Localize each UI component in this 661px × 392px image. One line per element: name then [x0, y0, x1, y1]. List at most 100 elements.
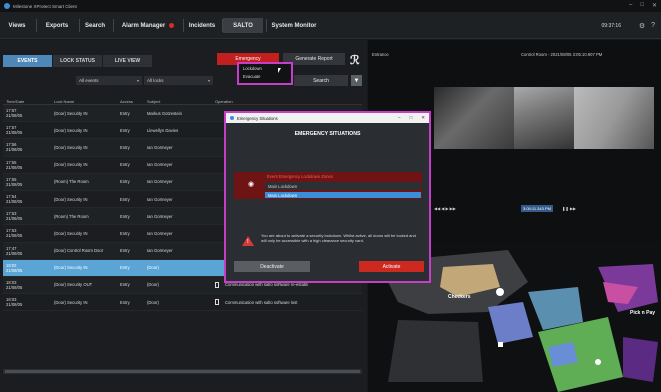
filter-icon[interactable]: ▼	[351, 75, 362, 86]
camera-feed-control-room[interactable]	[574, 87, 654, 149]
cell-subject: Ian Gormeyer	[147, 213, 173, 219]
cell-date-value: 21/08/05	[6, 250, 23, 256]
cell-date-value: 21/08/05	[6, 199, 23, 205]
clock: 09:37:16	[601, 23, 621, 29]
cell-subject: Ian Gormeyer	[147, 230, 173, 236]
table-scrollbar[interactable]	[3, 369, 362, 374]
cell-lock: (Door) Security IN	[54, 196, 88, 202]
salto-logo-icon: ℛ	[350, 53, 360, 67]
cell-time: 17:55 21/08/05	[3, 160, 49, 170]
dialog-app-icon	[230, 116, 234, 120]
cell-lock: (Door) Security IN	[54, 144, 88, 150]
tab-system-monitor[interactable]: System Monitor	[268, 18, 320, 33]
door-icon	[215, 299, 219, 306]
cell-subject: Markus Gotzestein	[147, 110, 182, 116]
cell-time: 18:03 21/08/05	[3, 280, 49, 290]
playback-controls-right[interactable]: ❚❚ ▶▶	[562, 206, 576, 211]
cell-access: Entry	[120, 213, 130, 219]
close-icon[interactable]: ✕	[421, 115, 425, 121]
dialog-titlebar: Emergency Situations – □ ✕	[226, 113, 429, 123]
cell-date-value: 21/08/05	[6, 233, 23, 239]
cell-date-value: 21/08/05	[6, 284, 23, 290]
cell-time: 17:57 21/08/05	[3, 125, 49, 135]
cell-operation-text: Communication with salto software re-est…	[225, 282, 309, 288]
cell-time: 18:03 21/08/05	[3, 297, 49, 307]
close-icon[interactable]: ✕	[652, 2, 657, 9]
cell-lock: (Door) Security IN	[54, 110, 88, 116]
map-label-checkers: Checkers	[448, 294, 471, 300]
minimize-icon[interactable]: –	[629, 2, 632, 9]
maximize-icon[interactable]: □	[640, 2, 644, 9]
chevron-down-icon: ▾	[207, 78, 210, 83]
tab-views[interactable]: Views	[4, 18, 30, 33]
lockdown-zone-option[interactable]: Main Lockdown	[265, 192, 421, 198]
help-icon[interactable]: ?	[651, 22, 655, 30]
locks-filter-select[interactable]: All locks ▾	[144, 76, 213, 85]
settings-icon[interactable]: ⚙	[639, 22, 645, 30]
col-lock[interactable]: Lock Name	[49, 99, 120, 104]
playback-controls-left[interactable]: ◀◀ ◀ ▶ ▶▶	[434, 206, 456, 211]
tab-salto[interactable]: SALTO	[223, 18, 263, 33]
col-operation[interactable]: Operation	[215, 99, 355, 104]
cell-subject: Llewellyn Davies	[147, 127, 179, 133]
window-titlebar: Milestone XProtect Smart Client – □ ✕	[0, 0, 661, 12]
tab-exports[interactable]: Exports	[40, 18, 74, 33]
subtab-events[interactable]: EVENTS	[3, 55, 52, 67]
cell-time: 17:47 21/08/05	[3, 246, 49, 256]
cell-time: 17:53 21/08/05	[3, 211, 49, 221]
map-label-pick-n-pay: Pick n Pay	[630, 310, 656, 316]
cell-date-value: 21/08/05	[6, 267, 23, 273]
cell-access: Entry	[120, 299, 130, 305]
maximize-icon[interactable]: □	[410, 115, 413, 121]
window-title: Milestone XProtect Smart Client	[13, 3, 77, 9]
search-button[interactable]: Search	[294, 75, 348, 86]
cell-date-value: 21/08/05	[6, 130, 23, 136]
cell-access: Entry	[120, 110, 130, 116]
main-navbar: Views Exports Search Alarm Manager Incid…	[0, 12, 661, 44]
emergency-situations-dialog: Emergency Situations – □ ✕ EMERGENCY SIT…	[224, 111, 431, 283]
table-header: Time/Date Lock Name Access Subject Opera…	[3, 98, 362, 105]
col-access[interactable]: Access	[120, 99, 147, 104]
cell-lock: (Door) Security IN	[54, 299, 88, 305]
cell-lock: (Door) Security IN	[54, 265, 88, 271]
lockdown-zone-title: Event Emergency Lockdown Zones	[267, 174, 333, 179]
cell-date-value: 21/08/05	[6, 302, 23, 308]
camera-label-entrance: Entrance	[372, 52, 389, 57]
events-filter-select[interactable]: All events ▾	[76, 76, 142, 85]
col-time[interactable]: Time/Date	[3, 99, 49, 104]
cell-time: 17:57 21/08/05	[3, 108, 49, 118]
minimize-icon[interactable]: –	[398, 115, 401, 121]
cell-date-value: 21/08/05	[6, 113, 23, 119]
cell-lock: (Room) The Room	[54, 179, 89, 185]
cell-lock: (Door) Control Room Door	[54, 248, 104, 254]
salto-subtabs: EVENTS LOCK STATUS LIVE VIEW	[3, 55, 153, 67]
tab-alarm-manager[interactable]: Alarm Manager	[118, 18, 178, 33]
cell-access: Entry	[120, 127, 130, 133]
subtab-live-view[interactable]: LIVE VIEW	[103, 55, 152, 67]
lockdown-zone-section: ◉ Event Emergency Lockdown Zones Main Lo…	[234, 172, 422, 199]
mouse-cursor-icon	[278, 68, 281, 73]
menu-item-evacuate[interactable]: Evacuate	[239, 72, 291, 80]
camera-feed-corridor[interactable]	[514, 87, 574, 149]
cell-time: 17:55 21/08/05	[3, 177, 49, 187]
camera-label-control-room: Control Room - 2021/08/05 3:05:10.907 PM	[521, 52, 603, 57]
camera-feed-entrance[interactable]	[434, 87, 514, 149]
table-row[interactable]: 18:03 21/08/05 (Door) Security IN Entry (Doo…	[3, 294, 362, 312]
cell-access: Entry	[120, 196, 130, 202]
dialog-window-controls: – □ ✕	[398, 115, 425, 121]
activate-button[interactable]: Activate	[359, 261, 424, 272]
cell-operation: Communication with salto software lost	[215, 299, 355, 306]
menu-item-lockdown[interactable]: Lockdown	[239, 64, 291, 72]
col-subject[interactable]: Subject	[147, 99, 215, 104]
cell-time: 17:56 21/08/05	[3, 142, 49, 152]
events-filter-value: All events	[79, 78, 99, 83]
dialog-heading: EMERGENCY SITUATIONS	[294, 131, 361, 137]
tab-incidents[interactable]: Incidents	[186, 18, 218, 33]
cell-subject: Ian Gormeyer	[147, 179, 173, 185]
tab-search[interactable]: Search	[82, 18, 108, 33]
deactivate-button[interactable]: Deactivate	[234, 261, 310, 272]
cell-subject: (Door)	[147, 265, 159, 271]
lockdown-zone-select[interactable]: Main Lockdown	[265, 182, 421, 190]
subtab-lock-status[interactable]: LOCK STATUS	[53, 55, 102, 67]
cell-operation-text: Communication with salto software lost	[225, 299, 298, 305]
